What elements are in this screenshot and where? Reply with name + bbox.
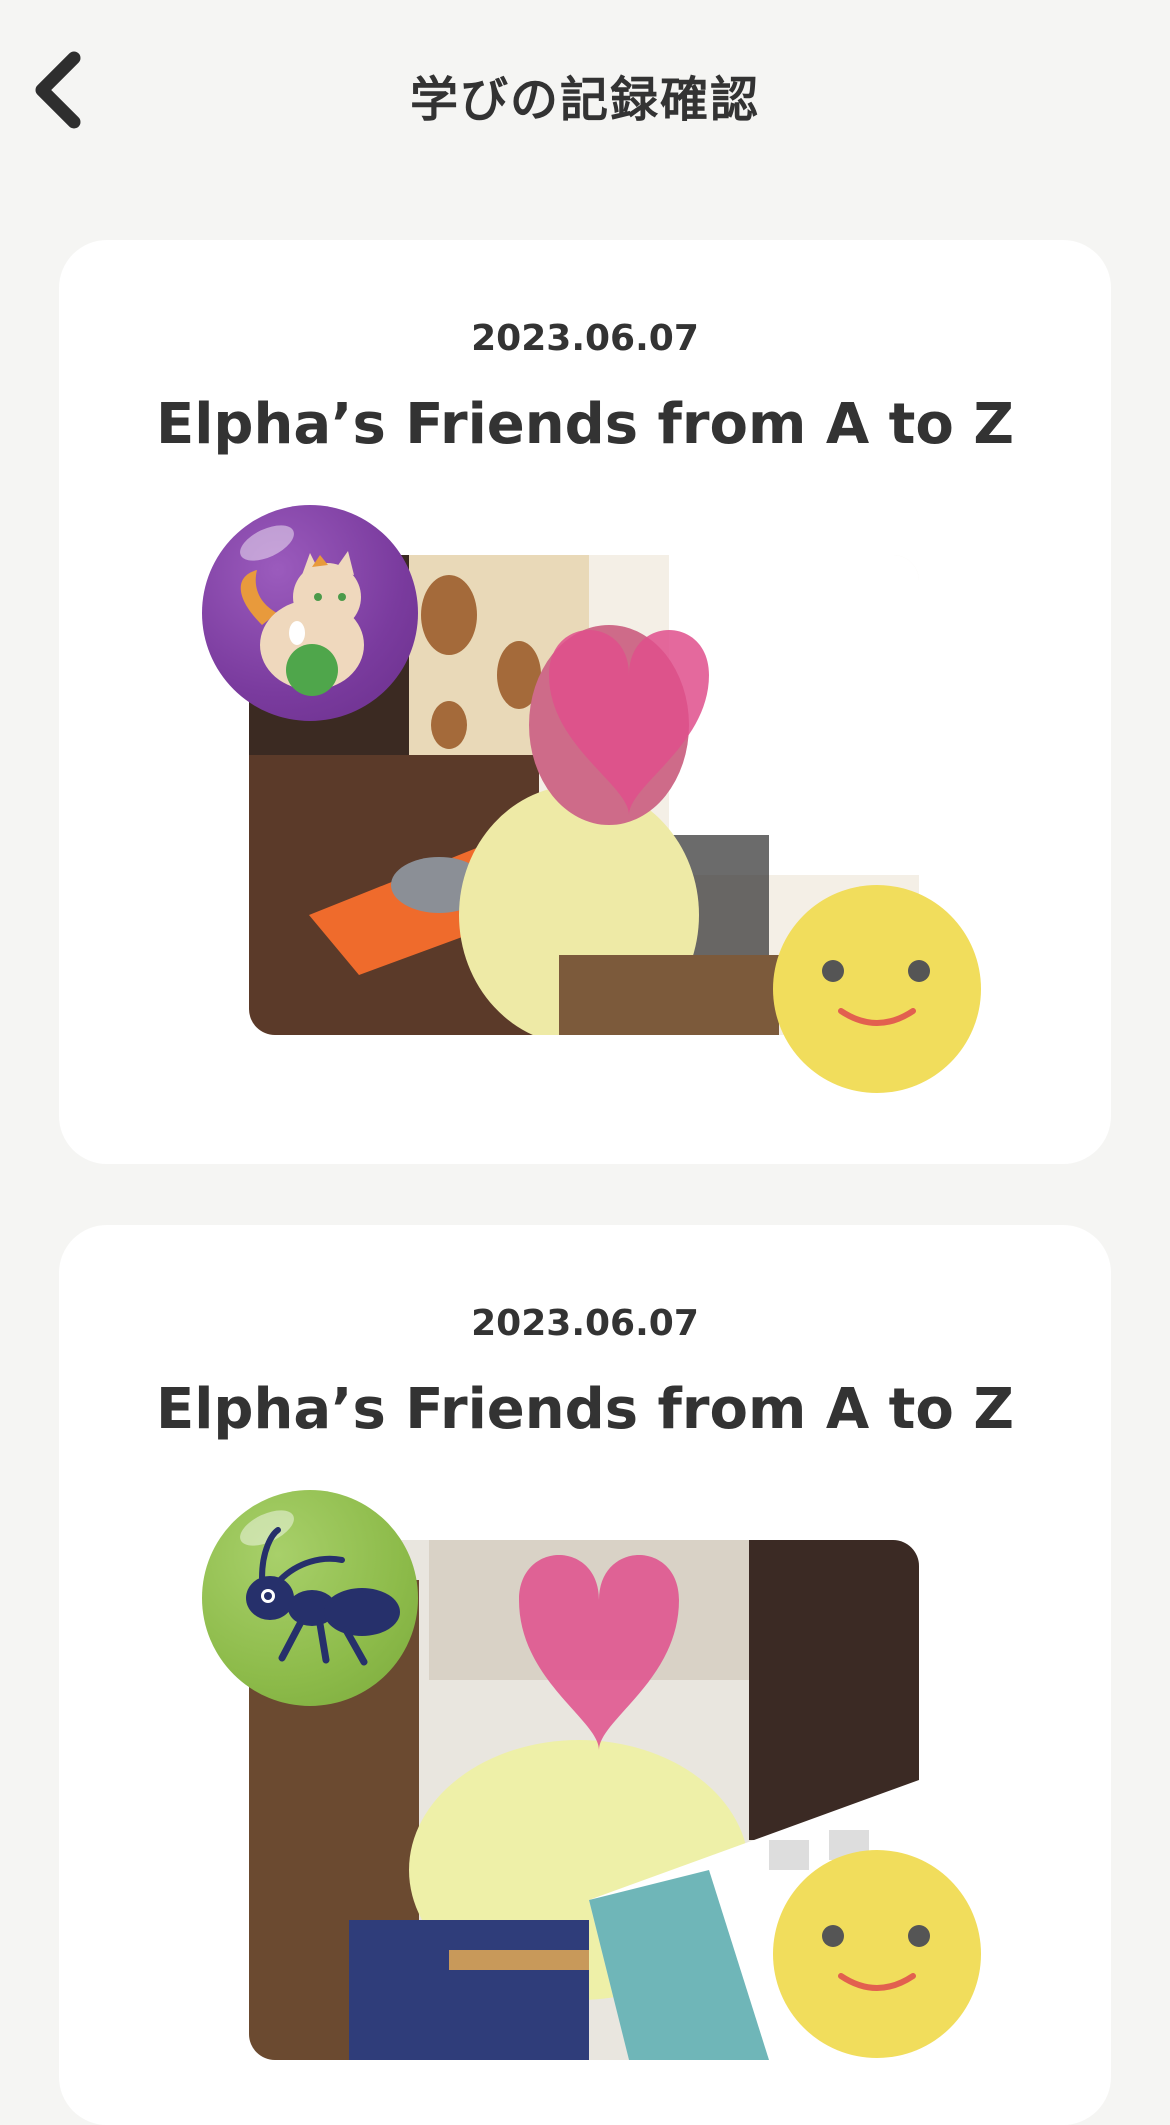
page-title: 学びの記録確認	[409, 72, 760, 128]
smiley-face-icon	[822, 960, 930, 1026]
ant-icon	[246, 1527, 400, 1666]
record-card[interactable]: 2023.06.07 Elpha’s Friends from A to Z	[59, 1225, 1111, 2125]
record-date: 2023.06.07	[471, 318, 699, 359]
record-title: Elpha’s Friends from A to Z	[155, 392, 1015, 457]
rating-smiley	[773, 1850, 981, 2058]
badge-cat	[202, 505, 418, 721]
record-date: 2023.06.07	[471, 1303, 699, 1344]
record-title: Elpha’s Friends from A to Z	[155, 1377, 1015, 1442]
badge-ant	[202, 1490, 418, 1706]
header-bar: 学びの記録確認	[0, 0, 1170, 190]
smiley-face-icon	[822, 1925, 930, 1991]
rating-smiley	[773, 885, 981, 1093]
record-card[interactable]: 2023.06.07 Elpha’s Friends from A to Z	[59, 240, 1111, 1164]
cat-icon	[240, 551, 364, 696]
